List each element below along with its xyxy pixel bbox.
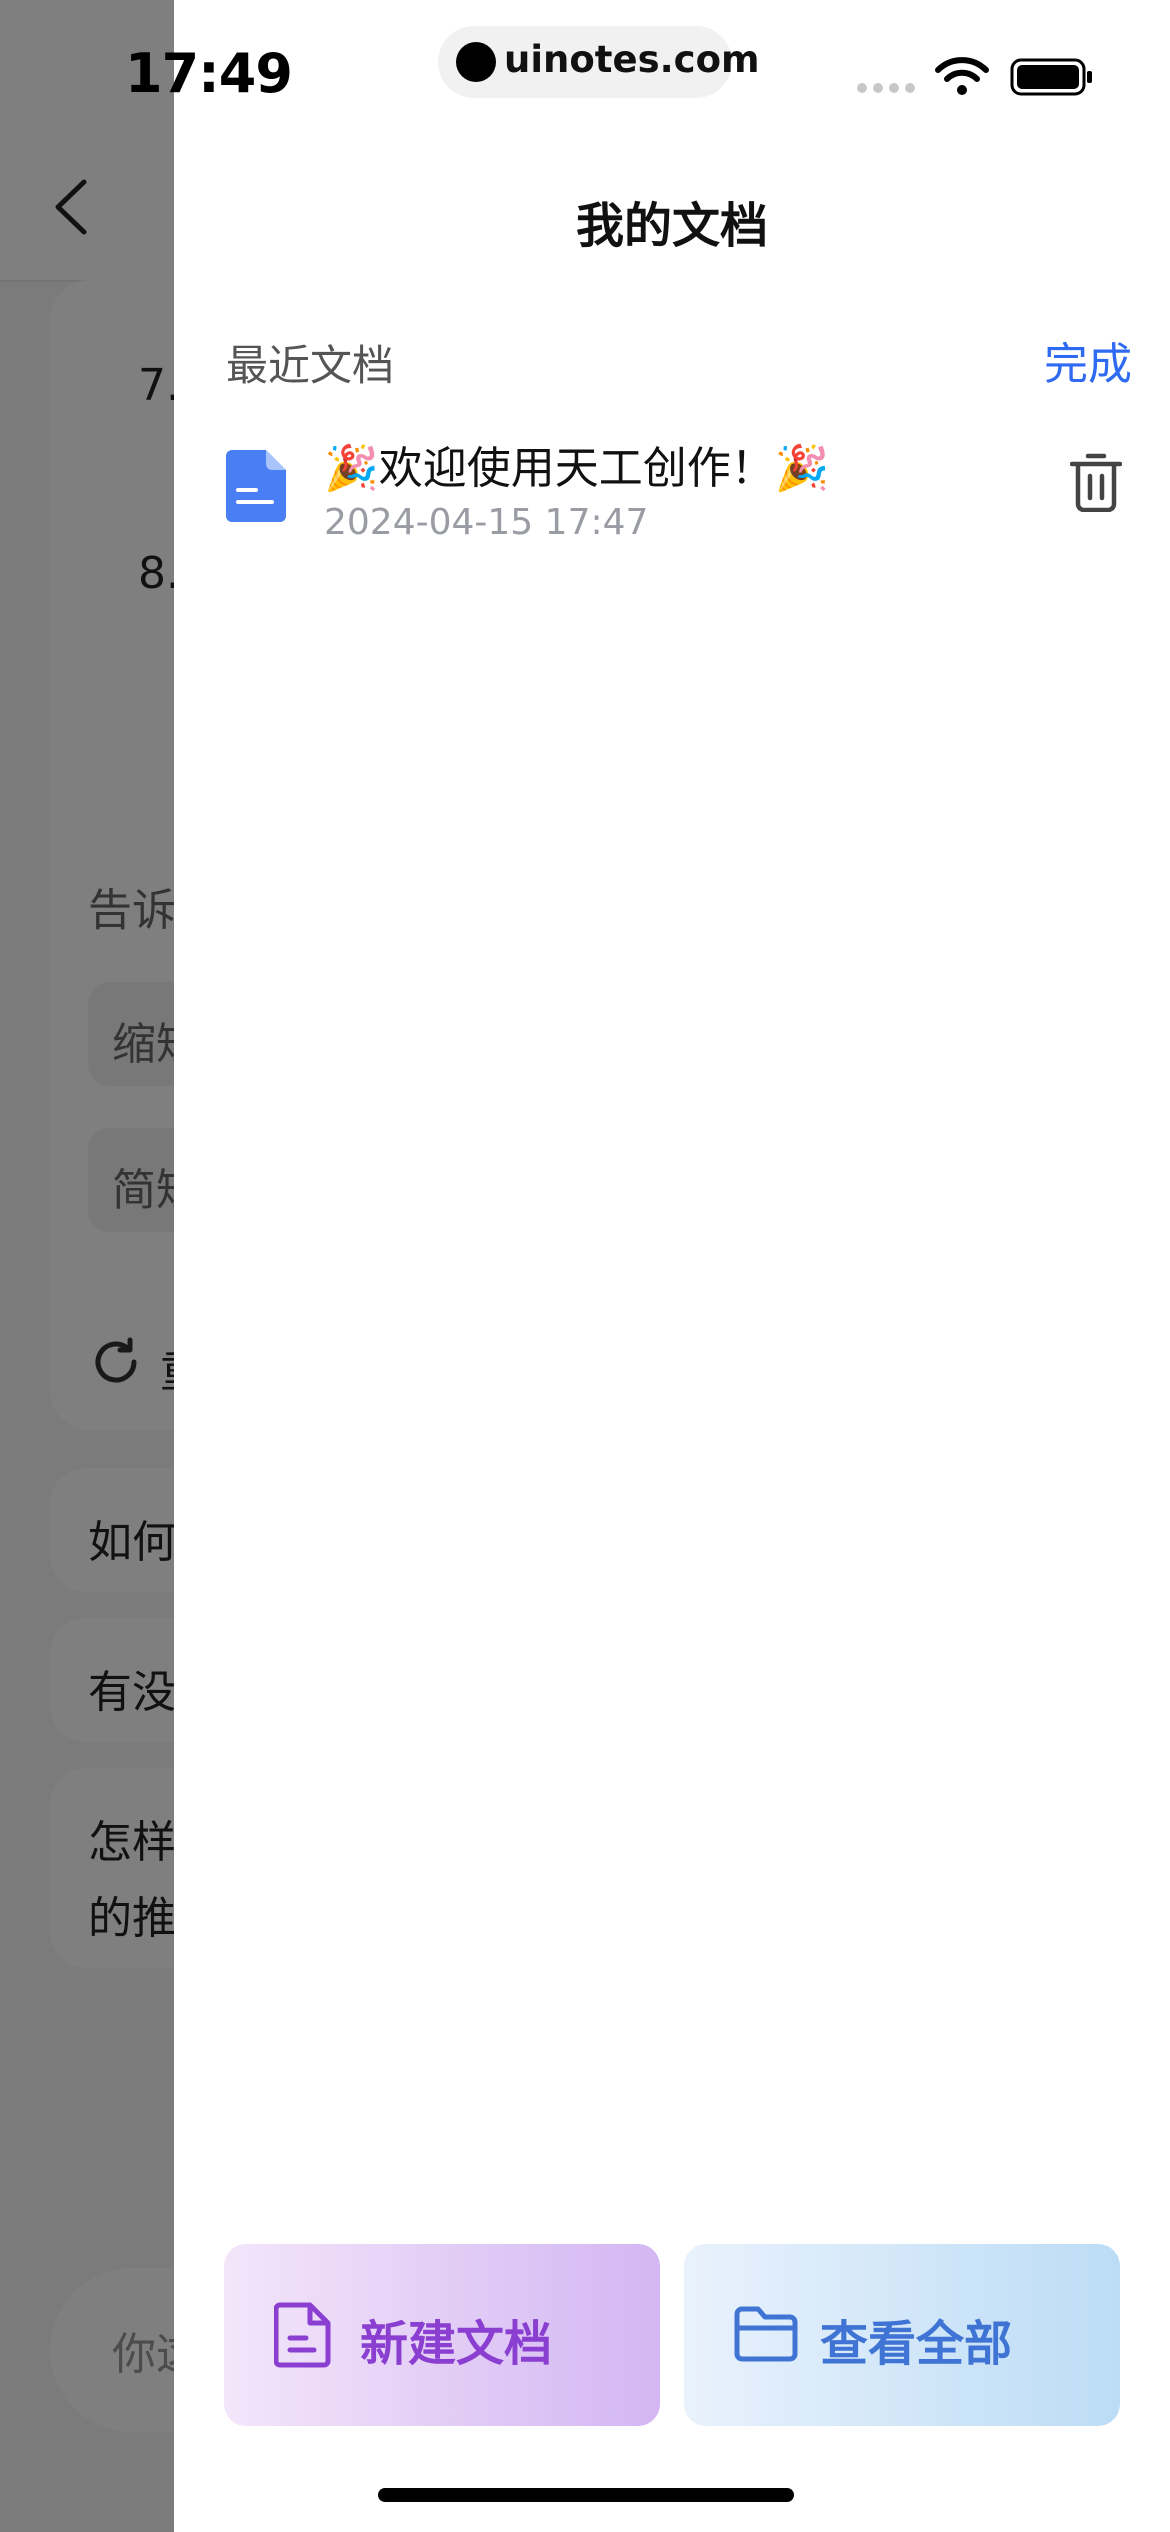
battery-icon xyxy=(1010,58,1092,96)
folder-icon xyxy=(734,2306,798,2362)
document-date: 2024-04-15 17:47 xyxy=(324,502,649,543)
home-indicator xyxy=(378,2488,794,2502)
document-title: 🎉欢迎使用天工创作！🎉 xyxy=(324,443,830,494)
new-document-icon xyxy=(274,2302,331,2368)
site-logo-icon xyxy=(456,42,496,82)
cellular-signal-icon xyxy=(857,83,915,93)
url-pill[interactable]: uinotes.com xyxy=(438,26,760,98)
document-list-item[interactable]: 🎉欢迎使用天工创作！🎉 2024-04-15 17:47 xyxy=(226,420,1132,570)
done-button[interactable]: 完成 xyxy=(1044,328,1132,392)
documents-drawer: 我的文档 最近文档 完成 🎉欢迎使用天工创作！🎉 2024-04-15 17:4… xyxy=(174,0,1170,2532)
wifi-icon xyxy=(935,57,989,95)
drawer-title: 我的文档 xyxy=(575,198,768,254)
new-document-label: 新建文档 xyxy=(360,2316,553,2372)
recent-docs-heading: 最近文档 xyxy=(226,341,395,390)
document-icon xyxy=(226,450,286,522)
url-text: uinotes.com xyxy=(504,38,760,81)
view-all-button[interactable]: 查看全部 xyxy=(684,2244,1120,2426)
trash-icon[interactable] xyxy=(1070,452,1122,512)
view-all-label: 查看全部 xyxy=(820,2316,1013,2372)
new-document-button[interactable]: 新建文档 xyxy=(224,2244,660,2426)
status-time: 17:49 xyxy=(125,42,293,105)
